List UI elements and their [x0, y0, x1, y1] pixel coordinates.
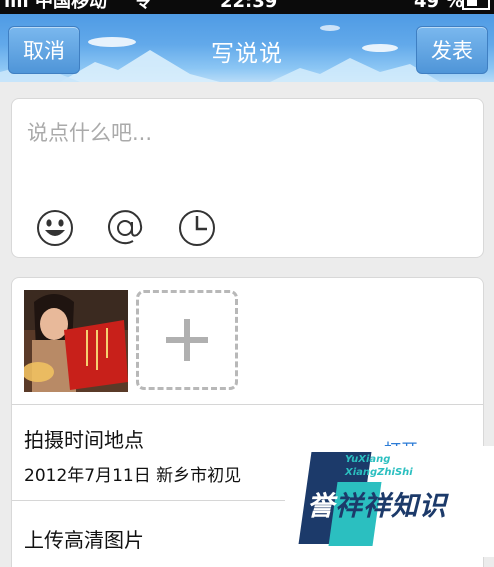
publish-button[interactable]: 发表: [416, 26, 488, 74]
compose-input[interactable]: 说点什么吧...: [27, 117, 152, 147]
add-photo-button[interactable]: [136, 290, 238, 390]
status-bar: ııll 中国移动 令 22:39 49 %: [0, 0, 494, 14]
carrier-signal: ııll 中国移动: [4, 0, 107, 12]
watermark-logo: YuXiang XiangZhiShi 誉祥祥知识: [285, 446, 494, 557]
at-icon[interactable]: [106, 209, 144, 247]
smile-icon[interactable]: [36, 209, 74, 247]
battery-percent: 49 %: [414, 0, 464, 12]
battery-icon: [462, 0, 490, 10]
wifi-icon: 令: [134, 0, 152, 12]
location-title: 拍摄时间地点: [24, 428, 144, 452]
watermark-en-line2: XiangZhiShi: [345, 467, 413, 478]
photo-thumbnail[interactable]: [24, 290, 128, 392]
status-time: 22:39: [220, 0, 278, 12]
watermark-en-line1: YuXiang: [345, 454, 391, 465]
divider: [12, 404, 483, 405]
nav-bar: 取消 写说说 发表: [0, 14, 494, 82]
clock-icon[interactable]: [178, 209, 216, 247]
location-value: 2012年7月11日 新乡市初见: [24, 466, 242, 486]
compose-card[interactable]: 说点什么吧...: [11, 98, 484, 258]
hd-upload-label[interactable]: 上传高清图片: [24, 524, 144, 553]
watermark-text: 誉祥祥知识: [307, 491, 447, 522]
